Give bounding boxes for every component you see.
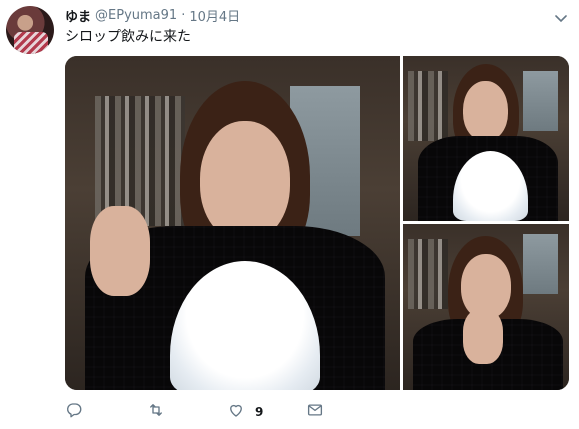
author-name[interactable]: ゆま bbox=[65, 6, 91, 25]
chevron-down-icon[interactable] bbox=[555, 9, 567, 23]
direct-message-button[interactable] bbox=[306, 400, 324, 424]
photo-shelf bbox=[408, 71, 448, 141]
photo-face bbox=[463, 81, 508, 141]
reply-icon bbox=[65, 401, 83, 423]
photo-hand bbox=[463, 309, 503, 364]
like-count: 9 bbox=[255, 405, 264, 419]
tweet-header: ゆま @EPyuma91 · 10月4日 bbox=[65, 6, 240, 25]
photo-face bbox=[200, 121, 290, 241]
tweet-date[interactable]: 10月4日 bbox=[189, 6, 240, 25]
photo-window bbox=[523, 71, 558, 131]
heart-icon bbox=[227, 401, 245, 423]
tweet-photo-3[interactable] bbox=[403, 224, 569, 390]
tweet-text: シロップ飲みに来た bbox=[65, 29, 191, 45]
tweet-photo-1[interactable] bbox=[65, 56, 400, 390]
retweet-icon bbox=[147, 401, 165, 423]
photo-window bbox=[523, 234, 558, 294]
author-handle[interactable]: @EPyuma91 bbox=[95, 8, 177, 23]
header-separator: · bbox=[181, 7, 186, 23]
photo-shelf bbox=[408, 239, 448, 309]
avatar[interactable] bbox=[6, 6, 54, 54]
reply-button[interactable] bbox=[65, 400, 83, 424]
tweet-photo-2[interactable] bbox=[403, 56, 569, 221]
envelope-icon bbox=[306, 401, 324, 423]
retweet-button[interactable] bbox=[147, 400, 165, 424]
photo-hand bbox=[90, 206, 150, 296]
tweet-actions: 9 bbox=[65, 400, 395, 424]
like-button[interactable]: 9 bbox=[227, 400, 263, 424]
